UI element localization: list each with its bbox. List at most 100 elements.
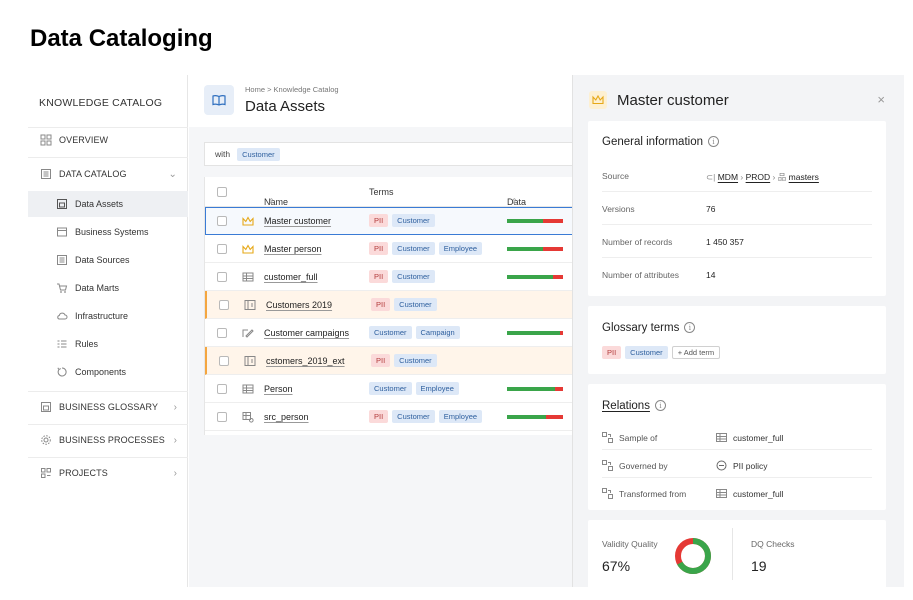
card-title[interactable]: Relations i <box>602 400 666 412</box>
source-link-masters[interactable]: masters <box>789 172 819 182</box>
table-row[interactable]: customer_full PII Customer <box>205 263 573 291</box>
sidebar-item-business-glossary[interactable]: BUSINESS GLOSSARY › <box>28 394 188 420</box>
page-heading: Data Assets <box>245 98 326 115</box>
sidebar-item-rules[interactable]: Rules <box>28 331 188 357</box>
chevron-right-icon[interactable]: › <box>174 435 177 446</box>
term-tag[interactable]: Campaign <box>415 326 460 339</box>
asset-name-link[interactable]: src_person <box>264 412 309 422</box>
row-checkbox[interactable] <box>217 412 227 422</box>
asset-name-link[interactable]: Customer campaigns <box>264 328 349 338</box>
sidebar-item-label: BUSINESS PROCESSES <box>59 435 165 445</box>
sidebar-item-business-processes[interactable]: BUSINESS PROCESSES › <box>28 427 188 453</box>
filter-tag[interactable]: Customer <box>237 147 280 161</box>
sidebar-item-label: Business Systems <box>75 227 149 237</box>
sidebar-item-data-sources[interactable]: Data Sources <box>28 247 188 273</box>
chevron-right-icon[interactable]: › <box>174 402 177 413</box>
term-tag[interactable]: Customer <box>392 214 435 227</box>
relation-type-label: Transformed from <box>619 488 687 499</box>
panel-title: Master customer <box>617 92 729 109</box>
sidebar-item-projects[interactable]: PROJECTS › <box>28 460 188 486</box>
asset-name-link[interactable]: Master person <box>264 244 322 254</box>
asset-name-link[interactable]: cstomers_2019_ext <box>266 356 345 366</box>
sort-icon[interactable]: ⇕ <box>511 197 518 206</box>
term-tag[interactable]: Customer <box>392 242 435 255</box>
sidebar-item-overview[interactable]: OVERVIEW <box>28 127 188 153</box>
table-row[interactable]: Master person PII Customer Employee <box>205 235 573 263</box>
table-row[interactable]: Customer campaigns Customer Campaign <box>205 319 573 347</box>
filter-bar[interactable]: with Customer <box>204 142 572 166</box>
close-icon[interactable]: × <box>877 92 885 107</box>
info-icon[interactable]: i <box>684 322 696 333</box>
term-tag[interactable]: PII <box>602 346 622 359</box>
card-title: Glossary terms i <box>602 322 696 334</box>
dq-bar <box>507 387 563 391</box>
row-checkbox[interactable] <box>217 328 227 338</box>
relation-target-label: customer_full <box>733 432 784 443</box>
chevron-down-icon[interactable]: ⌄ <box>169 169 177 180</box>
table-row[interactable]: src_person PII Customer Employee <box>205 403 573 431</box>
row-checkbox[interactable] <box>217 216 227 226</box>
term-tag[interactable]: Customer <box>369 382 412 395</box>
add-term-button[interactable]: + Add term <box>671 346 721 359</box>
table-row[interactable]: Master customer PII Customer <box>205 207 573 235</box>
source-link-mdm[interactable]: MDM <box>718 172 738 182</box>
sidebar-item-data-assets[interactable]: Data Assets <box>28 191 188 217</box>
sidebar-item-data-catalog[interactable]: DATA CATALOG ⌄ <box>28 161 188 187</box>
card-title-text: General information <box>602 136 703 148</box>
divider <box>28 424 188 425</box>
table-row[interactable]: Customers 2019 PII Customer <box>205 291 573 319</box>
page-title: Data Cataloging <box>30 25 213 52</box>
sort-icon[interactable]: ⇕ <box>268 197 275 206</box>
data-assets-view: Home > Knowledge Catalog Data Assets wit… <box>189 75 573 587</box>
relation-target[interactable]: customer_full <box>716 488 784 499</box>
relations-card: Relations i Sample of customer_full Gover… <box>588 384 886 510</box>
row-checkbox[interactable] <box>219 300 229 310</box>
versions-row: Versions 76 <box>602 192 872 225</box>
sidebar-item-label: Data Marts <box>75 283 120 293</box>
term-tag[interactable]: Employee <box>438 410 483 423</box>
term-tag[interactable]: PII <box>369 270 389 283</box>
term-tag[interactable]: PII <box>369 242 389 255</box>
term-tag[interactable]: Customer <box>394 354 437 367</box>
row-checkbox[interactable] <box>217 244 227 254</box>
table-row[interactable]: cstomers_2019_ext PII Customer <box>205 347 573 375</box>
term-tag[interactable]: PII <box>369 410 389 423</box>
select-all-checkbox[interactable] <box>217 187 227 197</box>
term-tag[interactable]: Employee <box>438 242 483 255</box>
relation-target[interactable]: PII policy <box>716 460 768 471</box>
term-tag[interactable]: Customer <box>394 298 437 311</box>
term-tag[interactable]: Customer <box>392 270 435 283</box>
breadcrumb[interactable]: Home > Knowledge Catalog <box>245 85 339 94</box>
row-checkbox[interactable] <box>217 384 227 394</box>
row-checkbox[interactable] <box>219 356 229 366</box>
relation-row: Governed by PII policy <box>602 450 872 478</box>
row-checkbox[interactable] <box>217 272 227 282</box>
sidebar-item-infrastructure[interactable]: Infrastructure <box>28 303 188 329</box>
table-row[interactable]: Person Customer Employee <box>205 375 573 403</box>
terms-cell: PII Customer Employee <box>369 410 486 423</box>
source-link-prod[interactable]: PROD <box>746 172 771 182</box>
term-tag[interactable]: Customer <box>369 326 412 339</box>
term-tag[interactable]: Customer <box>392 410 435 423</box>
term-tag[interactable]: PII <box>371 354 391 367</box>
term-tag[interactable]: PII <box>371 298 391 311</box>
asset-name-link[interactable]: Customers 2019 <box>266 300 332 310</box>
term-tag[interactable]: Customer <box>625 346 668 359</box>
sidebar-item-components[interactable]: Components <box>28 359 188 385</box>
term-tag[interactable]: PII <box>369 214 389 227</box>
asset-name-link[interactable]: Master customer <box>264 216 331 226</box>
asset-name-link[interactable]: customer_full <box>264 272 318 282</box>
sidebar-item-label: PROJECTS <box>59 468 108 478</box>
relation-target[interactable]: customer_full <box>716 432 784 443</box>
relation-type-label: Sample of <box>619 432 658 443</box>
chevron-right-icon[interactable]: › <box>174 468 177 479</box>
sidebar-item-data-marts[interactable]: Data Marts <box>28 275 188 301</box>
term-tag[interactable]: Employee <box>415 382 459 395</box>
info-icon[interactable]: i <box>654 400 666 411</box>
relation-type-label: Governed by <box>619 460 668 471</box>
sidebar-item-business-systems[interactable]: Business Systems <box>28 219 188 245</box>
asset-name-link[interactable]: Person <box>264 384 293 394</box>
detail-panel: Master customer × General information i S… <box>572 75 904 587</box>
info-icon[interactable]: i <box>708 136 719 147</box>
validity-donut <box>675 538 711 574</box>
